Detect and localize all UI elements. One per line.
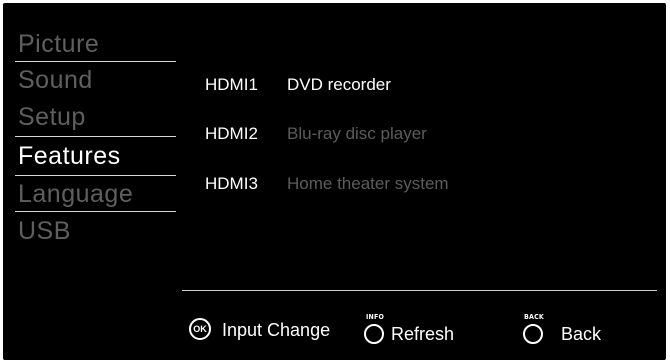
ok-button-icon: OK — [189, 318, 211, 340]
hdmi-row-1[interactable]: HDMI1 DVD recorder — [205, 72, 391, 98]
back-key-caption: BACK — [524, 313, 544, 321]
menu-item-sound[interactable]: Sound — [18, 65, 93, 95]
hdmi-port-label: HDMI2 — [205, 124, 258, 143]
input-change-button[interactable]: OK Input Change — [189, 311, 349, 351]
menu-item-language[interactable]: Language — [18, 179, 133, 209]
menu-item-usb[interactable]: USB — [18, 216, 71, 246]
hdmi-device-name: Blu-ray disc player — [287, 124, 427, 143]
hdmi-device-name: DVD recorder — [287, 75, 391, 94]
refresh-button[interactable]: INFO Refresh — [361, 311, 471, 351]
input-change-label: Input Change — [222, 320, 331, 340]
menu-divider — [15, 61, 176, 62]
hdmi-device-name: Home theater system — [287, 174, 449, 193]
back-button-icon — [523, 324, 543, 344]
refresh-label: Refresh — [391, 324, 455, 344]
hdmi-row-3[interactable]: HDMI3 Home theater system — [205, 171, 449, 197]
menu-item-setup[interactable]: Setup — [18, 102, 86, 132]
hdmi-row-2[interactable]: HDMI2 Blu-ray disc player — [205, 121, 427, 147]
menu-divider — [15, 175, 176, 176]
menu-divider — [15, 136, 176, 137]
back-label: Back — [561, 324, 602, 344]
hdmi-port-label: HDMI3 — [205, 174, 258, 193]
info-key-caption: INFO — [366, 313, 385, 321]
back-button[interactable]: BACK Back — [521, 311, 611, 351]
menu-divider — [15, 211, 176, 212]
tv-settings-screen: Picture Sound Setup Features Language US… — [3, 3, 666, 360]
footer-divider — [182, 290, 657, 291]
info-button-icon — [364, 324, 384, 344]
hdmi-port-label: HDMI1 — [205, 75, 258, 94]
menu-item-features[interactable]: Features — [18, 141, 121, 171]
menu-item-picture[interactable]: Picture — [18, 29, 99, 59]
